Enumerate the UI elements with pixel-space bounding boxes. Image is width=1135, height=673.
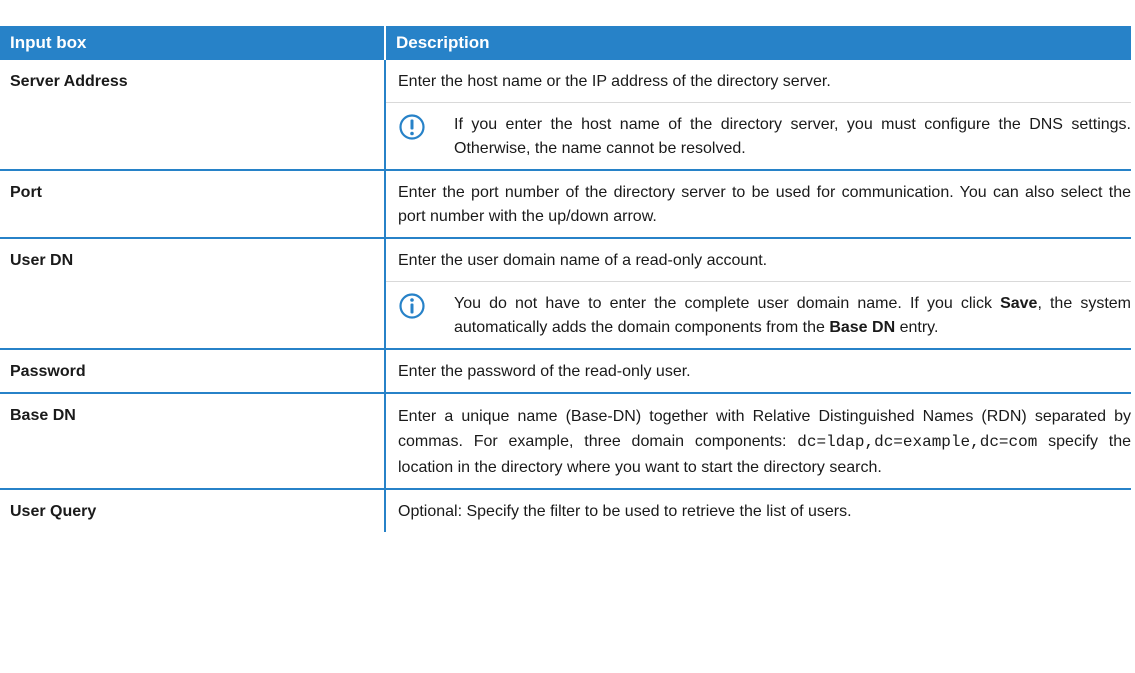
row-description: Optional: Specify the filter to be used … <box>385 489 1131 532</box>
table-row: User Query Optional: Specify the filter … <box>0 489 1131 532</box>
row-key: Base DN <box>0 393 386 490</box>
header-input-box: Input box <box>0 26 386 60</box>
note-text: You do not have to enter the complete us… <box>434 292 1131 340</box>
table-header-row: Input box Description <box>0 26 1131 60</box>
row-key: Port <box>0 170 386 239</box>
table-row: Port Enter the port number of the direct… <box>0 170 1131 239</box>
description-text: Optional: Specify the filter to be used … <box>398 503 852 520</box>
note-text-part: entry. <box>895 319 939 336</box>
exclamation-circle-icon <box>398 113 434 149</box>
row-description: Enter the password of the read-only user… <box>385 349 1131 394</box>
note-base-dn-term: Base DN <box>829 319 896 336</box>
code-example: dc=ldap,dc=example,dc=com <box>797 433 1038 451</box>
warning-note: If you enter the host name of the direct… <box>386 102 1131 161</box>
note-text-part: You do not have to enter the complete us… <box>454 295 1001 312</box>
description-text: Enter the host name or the IP address of… <box>398 73 831 90</box>
page: Input box Description Server Address Ent… <box>0 0 1135 673</box>
row-description: Enter the host name or the IP address of… <box>385 60 1131 171</box>
row-key: Server Address <box>0 60 386 171</box>
row-key: User DN <box>0 238 386 350</box>
info-circle-icon <box>398 292 434 328</box>
note-save-term: Save <box>1000 295 1038 312</box>
description-text: Enter a unique name (Base-DN) together w… <box>398 404 1131 480</box>
row-description: Enter the user domain name of a read-onl… <box>385 238 1131 350</box>
description-text: Enter the user domain name of a read-onl… <box>398 252 768 269</box>
table-row: Base DN Enter a unique name (Base-DN) to… <box>0 393 1131 490</box>
description-text: Enter the port number of the directory s… <box>398 184 1131 225</box>
table-row: Server Address Enter the host name or th… <box>0 60 1131 171</box>
header-description: Description <box>385 26 1131 60</box>
row-key: Password <box>0 349 386 394</box>
table-row: User DN Enter the user domain name of a … <box>0 238 1131 350</box>
row-description: Enter the port number of the directory s… <box>385 170 1131 239</box>
table-row: Password Enter the password of the read-… <box>0 349 1131 394</box>
description-text: Enter the password of the read-only user… <box>398 363 691 380</box>
row-description: Enter a unique name (Base-DN) together w… <box>385 393 1131 490</box>
info-note: You do not have to enter the complete us… <box>386 281 1131 340</box>
parameter-table: Input box Description Server Address Ent… <box>0 26 1131 532</box>
note-text: If you enter the host name of the direct… <box>454 116 1131 157</box>
row-key: User Query <box>0 489 386 532</box>
